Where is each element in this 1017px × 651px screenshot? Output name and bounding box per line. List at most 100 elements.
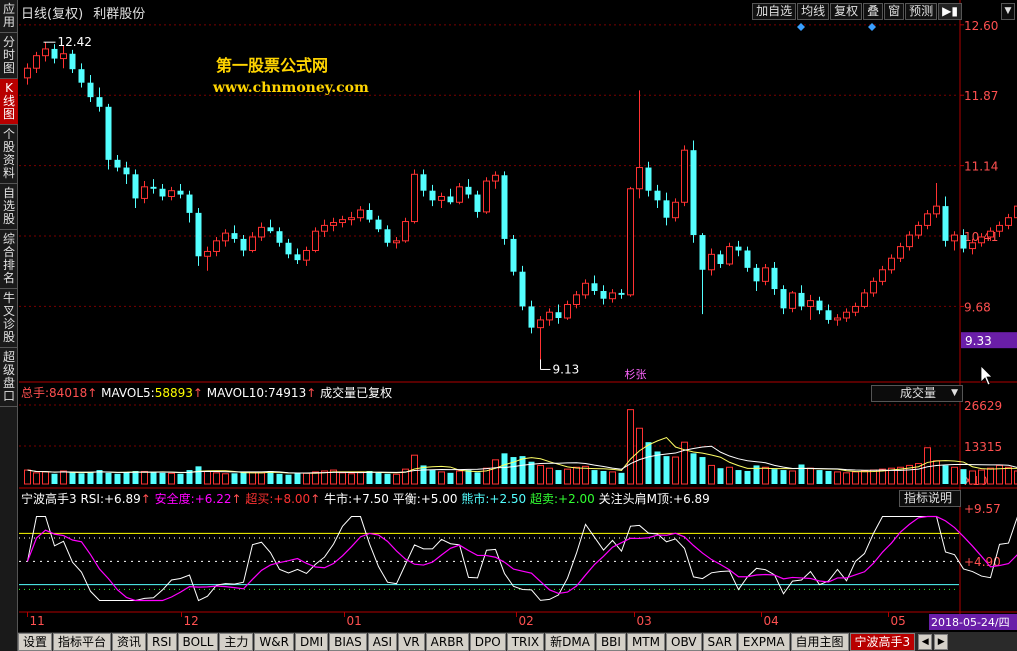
candle-body bbox=[915, 224, 922, 236]
scroll-right-icon[interactable]: ▶ bbox=[934, 633, 949, 650]
volume-bar bbox=[339, 472, 346, 485]
bottom-tab-16[interactable]: MTM bbox=[626, 632, 665, 651]
toolbar-arrow-button[interactable]: ▶▮ bbox=[938, 3, 962, 20]
candle-body bbox=[771, 267, 778, 290]
volume-bar bbox=[843, 472, 850, 485]
candle-body bbox=[159, 188, 166, 197]
bottom-tab-14[interactable]: 新DMA bbox=[545, 632, 595, 651]
volume-bar bbox=[195, 466, 202, 484]
candle-body bbox=[78, 69, 85, 83]
candle-body bbox=[528, 306, 535, 328]
candle-body bbox=[222, 232, 229, 242]
candle-body bbox=[375, 219, 382, 230]
volume-bar bbox=[969, 470, 976, 485]
toolbar-button-5[interactable]: 预测 bbox=[905, 3, 938, 20]
volume-bar bbox=[384, 473, 391, 484]
left-tab-3[interactable]: 个股资料 bbox=[0, 125, 18, 184]
volume-bar bbox=[537, 464, 544, 485]
toolbar-button-4[interactable]: 窗 bbox=[884, 3, 905, 20]
chevron-down-icon: ▼ bbox=[951, 388, 958, 398]
rsi-line bbox=[27, 516, 1017, 602]
bottom-tab-11[interactable]: ARBR bbox=[425, 632, 469, 651]
volume-bar bbox=[33, 472, 40, 485]
candle-body bbox=[591, 283, 598, 291]
volume-header-part: MAVOL5: bbox=[97, 386, 154, 400]
volume-bar bbox=[60, 470, 67, 485]
volume-bar bbox=[618, 472, 625, 484]
volume-bar bbox=[159, 472, 166, 484]
indicator-help-button-label: 指标说明 bbox=[904, 491, 953, 505]
bottom-tab-6[interactable]: W&R bbox=[254, 632, 294, 651]
scroll-left-icon[interactable]: ◀ bbox=[918, 633, 933, 650]
bottom-tab-9[interactable]: ASI bbox=[367, 632, 398, 651]
bottom-tab-15[interactable]: BBI bbox=[595, 632, 626, 651]
volume-bar bbox=[456, 470, 463, 485]
volume-bar bbox=[258, 472, 265, 485]
left-tab-5[interactable]: 综合排名 bbox=[0, 230, 18, 289]
candle-body bbox=[924, 213, 931, 226]
volume-bar bbox=[573, 466, 580, 485]
bottom-tab-2[interactable]: 资讯 bbox=[112, 632, 147, 651]
indicator-header-part: 超卖: bbox=[530, 491, 558, 506]
bottom-tab-5[interactable]: 主力 bbox=[219, 632, 254, 651]
candle-body bbox=[717, 254, 724, 264]
toolbar-button-3[interactable]: 叠 bbox=[863, 3, 884, 20]
period-label: 日线(复权) bbox=[21, 7, 84, 22]
bottom-tab-13[interactable]: TRIX bbox=[506, 632, 545, 651]
kline-chart[interactable]: 12.6011.8711.1410.419.689.3312.429.13杉张总… bbox=[19, 0, 1017, 631]
bottom-tab-17[interactable]: OBV bbox=[666, 632, 702, 651]
high-price-label: 12.42 bbox=[58, 35, 92, 49]
volume-bar bbox=[834, 471, 841, 485]
volume-bar bbox=[816, 470, 823, 484]
candle-body bbox=[690, 150, 697, 236]
bottom-tab-1[interactable]: 指标平台 bbox=[53, 632, 112, 651]
bottom-tab-0[interactable]: 设置 bbox=[18, 632, 53, 651]
bottom-tab-7[interactable]: DMI bbox=[294, 632, 329, 651]
left-tab-4[interactable]: 自选股 bbox=[0, 184, 18, 230]
up-arrow-icon: ↑ bbox=[141, 492, 155, 506]
toolbar-dropdown-button[interactable]: ▼ bbox=[1001, 3, 1015, 20]
left-tab-0[interactable]: 应用 bbox=[0, 0, 18, 33]
volume-bar bbox=[474, 472, 481, 484]
bottom-tab-21[interactable]: 宁波高手3 bbox=[849, 632, 916, 651]
bottom-tab-20[interactable]: 自用主图 bbox=[790, 632, 849, 651]
candle-body bbox=[870, 280, 877, 294]
price-label: 12.60 bbox=[964, 19, 998, 33]
left-tab-7[interactable]: 超级盘口 bbox=[0, 348, 18, 407]
indicator-header-part: +8.00 bbox=[273, 492, 310, 506]
indicator-header-part: 宁波高手3 bbox=[21, 491, 80, 506]
candle-body bbox=[285, 242, 292, 255]
volume-bar bbox=[87, 471, 94, 484]
volume-bar bbox=[24, 469, 31, 485]
volume-bar bbox=[960, 469, 967, 484]
left-tab-6[interactable]: 牛叉诊股 bbox=[0, 289, 18, 348]
volume-bar bbox=[852, 471, 859, 485]
bottom-tab-3[interactable]: RSI bbox=[147, 632, 177, 651]
candle-body bbox=[105, 106, 112, 160]
bottom-tab-4[interactable]: BOLL bbox=[177, 632, 219, 651]
chart-stage[interactable]: 12.6011.8711.1410.419.689.3312.429.13杉张总… bbox=[19, 0, 1017, 631]
bottom-tab-12[interactable]: DPO bbox=[469, 632, 506, 651]
up-arrow-icon: ↑ bbox=[310, 492, 324, 506]
candle-body bbox=[33, 55, 40, 69]
volume-bar bbox=[105, 472, 112, 484]
indicator-header-part: +6.89 bbox=[673, 492, 710, 506]
candle-body bbox=[879, 269, 886, 282]
toolbar-button-0[interactable]: 加自选 bbox=[752, 3, 797, 20]
bottom-tab-10[interactable]: VR bbox=[398, 632, 425, 651]
volume-bar bbox=[375, 472, 382, 484]
toolbar-button-2[interactable]: 复权 bbox=[830, 3, 863, 20]
volume-bar bbox=[789, 470, 796, 485]
candle-body bbox=[1005, 217, 1012, 226]
bottom-tab-18[interactable]: SAR bbox=[702, 632, 737, 651]
toolbar-button-1[interactable]: 均线 bbox=[797, 3, 830, 20]
left-tab-2[interactable]: K线图 bbox=[0, 79, 18, 125]
bottom-tab-8[interactable]: BIAS bbox=[329, 632, 367, 651]
safety-line bbox=[26, 515, 1017, 602]
bottom-tab-19[interactable]: EXPMA bbox=[737, 632, 790, 651]
left-tab-1[interactable]: 分时图 bbox=[0, 33, 18, 79]
candle-body bbox=[663, 200, 670, 218]
volume-header-part: 58893 bbox=[155, 386, 193, 400]
indicator-help-button[interactable]: 指标说明 bbox=[899, 490, 961, 507]
volume-indicator-select[interactable]: 成交量 ▼ bbox=[871, 385, 963, 402]
